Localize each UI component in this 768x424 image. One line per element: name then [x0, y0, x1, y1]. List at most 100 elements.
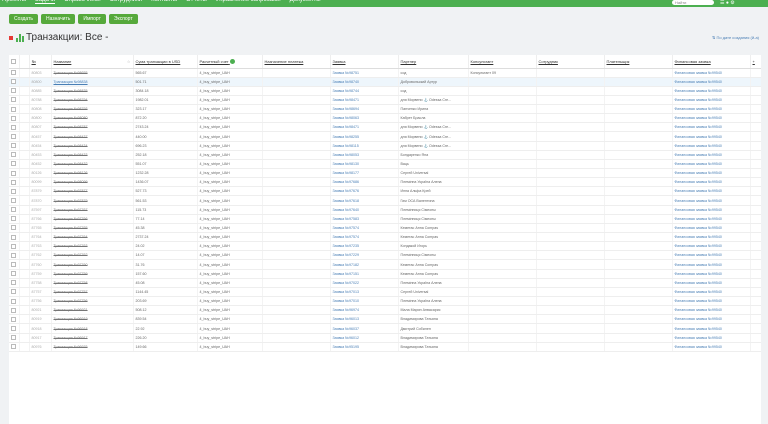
header-num[interactable]: № [29, 55, 52, 69]
row-select[interactable] [9, 305, 20, 316]
fin-request-link[interactable]: Финансовая заявка №99540 [672, 195, 751, 206]
row-checkbox[interactable] [11, 289, 16, 295]
table-row[interactable]: 80800 Транзакция №98838 501.71 4_buy_stripe… [9, 77, 761, 87]
header-select[interactable] [9, 55, 20, 69]
row-select[interactable] [9, 177, 20, 188]
request-link[interactable]: Заявка №96013 [330, 314, 399, 325]
request-link[interactable]: Заявка №98115 [330, 141, 399, 151]
table-row[interactable]: 87765 Транзакция №97765 45.38 4_buy_stripe_… [9, 223, 761, 234]
request-link[interactable]: Заявка №96974 [330, 305, 399, 316]
grid-menu-icon[interactable]: ☰ [720, 0, 724, 6]
row-select[interactable] [9, 186, 20, 197]
request-link[interactable]: Заявка №97229 [330, 250, 399, 261]
partner-link[interactable]: Кондакой Игорь [398, 241, 469, 252]
row-checkbox[interactable] [11, 271, 16, 277]
row-actions[interactable] [19, 333, 30, 343]
nav-item[interactable]: Документы [290, 0, 321, 3]
row-actions[interactable] [19, 250, 30, 261]
row-select[interactable] [9, 314, 20, 325]
fin-request-link[interactable]: Финансовая заявка №99540 [672, 269, 751, 279]
header-sum[interactable]: Сума транзакции в USD [133, 55, 198, 69]
row-actions[interactable] [19, 150, 30, 160]
row-select[interactable] [9, 122, 20, 133]
request-link[interactable]: Заявка №98255 [330, 131, 399, 142]
row-actions[interactable] [19, 269, 30, 279]
table-row[interactable]: 87764 Транзакция №97764 2737.24 4_buy_strip… [9, 232, 761, 243]
row-actions[interactable] [19, 122, 30, 133]
transaction-link[interactable]: Транзакция №97760 [51, 259, 134, 270]
row-checkbox[interactable] [11, 88, 16, 94]
header-purpose[interactable]: Назначение платежа [262, 55, 331, 69]
partner-link[interactable]: для Морвени ⚓ Odessa Cre... [398, 95, 469, 106]
request-link[interactable]: Заявка №97574 [330, 232, 399, 243]
table-row[interactable]: 87759 Транзакция №97759 157.60 4_buy_stripe… [9, 269, 761, 279]
row-checkbox[interactable] [11, 97, 16, 103]
row-checkbox[interactable] [11, 179, 16, 185]
table-row[interactable]: 87758 Транзакция №97758 45.08 4_buy_stripe_… [9, 278, 761, 288]
request-link[interactable]: Заявка №97686 [330, 177, 399, 188]
import-button[interactable]: Импорт [78, 14, 106, 24]
transaction-link[interactable]: Транзакция №97758 [51, 278, 134, 288]
fin-request-link[interactable]: Финансовая заявка №99540 [672, 177, 751, 188]
partner-link[interactable]: Кеметас Анна Compas [398, 232, 469, 243]
table-row[interactable]: 87870 Транзакция №97879 561.53 4_buy_stripe… [9, 195, 761, 206]
request-link[interactable]: Заявка №98063 [330, 113, 399, 124]
row-checkbox[interactable] [11, 170, 16, 176]
row-actions[interactable] [19, 141, 30, 151]
transaction-link[interactable]: Транзакция №97763 [51, 241, 134, 252]
row-actions[interactable] [19, 287, 30, 298]
table-row[interactable]: 80452 Транзакция №98432 551.07 4_buy_stripe… [9, 159, 761, 170]
row-checkbox[interactable] [11, 307, 16, 313]
fin-request-link[interactable]: Финансовая заявка №99540 [672, 314, 751, 325]
table-row[interactable]: 80918 Транзакция №96918 22.92 4_buy_stripe_… [9, 323, 761, 334]
row-checkbox[interactable] [11, 161, 16, 167]
header-fin[interactable]: Финансовая заявка [672, 55, 751, 69]
row-checkbox[interactable] [11, 207, 16, 213]
transaction-link[interactable]: Транзакция №98793 [51, 104, 134, 115]
transaction-link[interactable]: Транзакция №98437 [51, 131, 134, 142]
request-link[interactable]: Заявка №97182 [330, 259, 399, 270]
request-link[interactable]: Заявка №97151 [330, 269, 399, 279]
row-select[interactable] [9, 159, 20, 170]
row-select[interactable] [9, 296, 20, 307]
sort-order-link[interactable]: ⇅ По дате создания (й-а) [712, 35, 759, 40]
partner-link[interactable]: Владимирова Татьяна [398, 333, 469, 343]
transaction-link[interactable]: Транзакция №97764 [51, 232, 134, 243]
fin-request-link[interactable]: Финансовая заявка №99540 [672, 113, 751, 124]
partner-link[interactable]: Владимирова Татьяна [398, 314, 469, 325]
partner-link[interactable]: Мала Марин Анвасарис [398, 305, 469, 316]
partner-link[interactable]: для Морвени ⚓ Odessa Cre... [398, 141, 469, 151]
row-select[interactable] [9, 232, 20, 243]
assign-button[interactable]: Назначить [41, 14, 76, 24]
star-icon[interactable]: ☆ [127, 59, 131, 64]
row-checkbox[interactable] [11, 326, 16, 331]
nav-item[interactable]: Проекты [2, 0, 26, 3]
transaction-link[interactable]: Транзакция №96917 [51, 333, 134, 343]
row-actions[interactable] [19, 241, 30, 252]
row-actions[interactable] [19, 68, 30, 78]
row-actions[interactable] [19, 186, 30, 197]
row-checkbox[interactable] [11, 70, 16, 76]
row-actions[interactable] [19, 323, 30, 334]
table-row[interactable]: 87757 Транзакция №97757 1144.45 4_buy_strip… [9, 287, 761, 298]
row-select[interactable] [9, 287, 20, 298]
row-checkbox[interactable] [11, 316, 16, 322]
fin-request-link[interactable]: Финансовая заявка №99540 [672, 141, 751, 151]
fin-request-link[interactable]: Финансовая заявка №99540 [672, 77, 751, 87]
table-row[interactable]: 80453 Транзакция №98433 252.18 4_buy_stripe… [9, 150, 761, 160]
create-button[interactable]: Создать [9, 14, 39, 24]
partner-link[interactable]: сод [398, 68, 469, 78]
request-link[interactable]: Заявка №98053 [330, 150, 399, 160]
transaction-link[interactable]: Транзакция №98655 [51, 68, 134, 78]
request-link[interactable]: Заявка №97022 [330, 278, 399, 288]
row-checkbox[interactable] [11, 143, 16, 149]
row-actions[interactable] [19, 159, 30, 170]
partner-link[interactable]: Панченко Ирина [398, 104, 469, 115]
header-request[interactable]: Заявка [330, 55, 399, 69]
transaction-link[interactable]: Транзакция №96921 [51, 305, 134, 316]
row-select[interactable] [9, 323, 20, 334]
request-link[interactable]: Заявка №98130 [330, 159, 399, 170]
row-checkbox[interactable] [11, 234, 16, 240]
table-row[interactable]: 87760 Транзакция №97760 31.76 4_buy_stripe_… [9, 259, 761, 270]
request-link[interactable]: Заявка №97618 [330, 195, 399, 206]
